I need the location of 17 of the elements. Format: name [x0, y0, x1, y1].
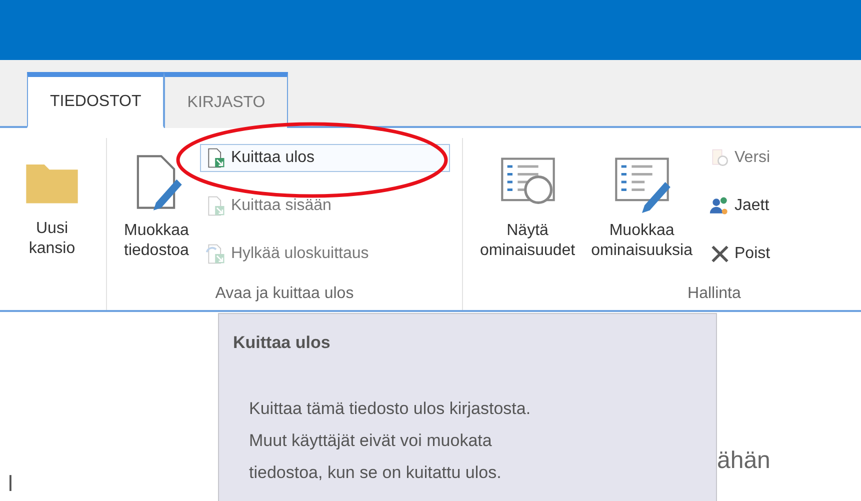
ribbon-button[interactable]: Uusi kansio — [16, 136, 88, 310]
tooltip-title: Kuittaa ulos — [232, 332, 332, 353]
ribbon-button[interactable]: Poist — [704, 240, 861, 268]
document-undo-icon — [204, 243, 227, 265]
page-text: l — [8, 471, 13, 497]
ribbon-tab[interactable]: TIEDOSTOT — [27, 72, 164, 128]
group-label: Avaa ja kuittaa ulos — [214, 284, 355, 304]
ribbon-button[interactable]: Näytä ominaisuudet — [474, 138, 580, 284]
tooltip-text: Kuittaa tämä tiedosto ulos kirjastosta. Muut käyttäjät eivät voi muokata tiedostoa, kun se on kuitattu ulos. — [248, 398, 532, 484]
ribbon-button[interactable]: Jaett — [704, 192, 861, 220]
people-icon — [708, 195, 730, 217]
ribbon-button[interactable]: Muokkaa ominaisuuksia — [586, 138, 698, 284]
ribbon-button[interactable]: Muokkaa tiedostoa — [119, 138, 194, 284]
group-label: Hallinta — [686, 284, 742, 304]
page-text: ähän — [717, 447, 770, 475]
ribbon-button[interactable]: Kuittaa ulos — [200, 144, 450, 172]
ribbon-tab[interactable]: KIRJASTO — [164, 72, 288, 128]
